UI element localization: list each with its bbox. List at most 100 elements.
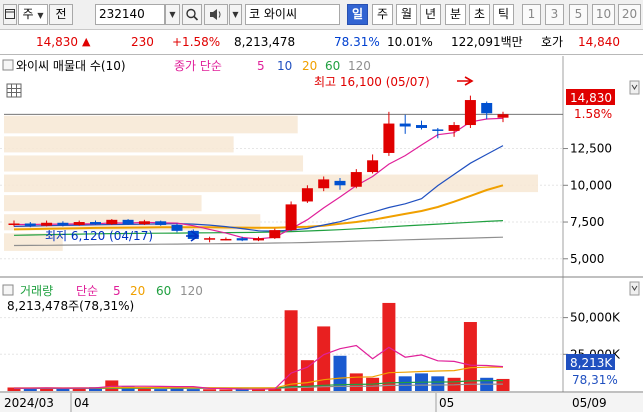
window-icon-shape	[5, 9, 15, 19]
prev-button[interactable]: 전	[49, 4, 73, 25]
period-tab-label: 틱	[497, 7, 510, 21]
volume-bar	[219, 389, 233, 391]
period-tab-label: 월	[400, 7, 413, 21]
interval-button-10[interactable]: 10	[592, 4, 615, 25]
period-tab-year[interactable]: 년	[420, 4, 441, 25]
toolbar: 주 ▼ 전 232140 ▼ ▼ 코 와이씨 일 주 월 년 분 초 틱 1 3…	[0, 0, 643, 30]
high-annotation: 최고 16,100 (05/07)	[314, 75, 430, 89]
window-icon[interactable]	[3, 4, 17, 25]
price-ma-20: 20	[302, 59, 317, 73]
current-volume-pct-tag: 78,31%	[572, 373, 618, 387]
volume-profile-bar	[4, 115, 298, 134]
candle-body	[24, 223, 36, 226]
volume-bar	[333, 355, 347, 391]
low-annotation: 최저 6,120 (04/17)	[45, 229, 153, 243]
interval-button-1[interactable]: 1	[522, 4, 541, 25]
candle-body	[399, 123, 411, 127]
stock-name-field[interactable]: 코 와이씨	[245, 4, 340, 25]
x-axis-label-apr: 04	[74, 396, 89, 410]
x-axis-label-may: 05	[439, 396, 454, 410]
volume-profile-bar	[4, 174, 538, 193]
table-icon[interactable]	[6, 83, 22, 98]
interval-button-5[interactable]: 5	[569, 4, 588, 25]
market-select[interactable]: 주 ▼	[18, 4, 48, 25]
candle-body	[318, 179, 330, 189]
collapse-icon[interactable]	[2, 284, 14, 296]
price-ma-120: 120	[348, 59, 371, 73]
period-tab-second[interactable]: 초	[469, 4, 490, 25]
interval-label: 1	[527, 7, 536, 21]
candle-body	[416, 125, 427, 128]
search-icon	[186, 8, 199, 21]
market-select-label: 주	[22, 7, 34, 21]
interval-button-20[interactable]: 20	[618, 4, 641, 25]
price-tick-label: 5,000	[570, 252, 604, 266]
interval-label: 3	[550, 7, 559, 21]
trade-amount: 122,091백만	[451, 35, 523, 49]
volume-ma-label: 단순	[76, 284, 98, 298]
price-ma-60: 60	[325, 59, 340, 73]
prev-button-label: 전	[55, 7, 67, 21]
x-axis-area	[0, 393, 643, 412]
period-tab-week[interactable]: 주	[372, 4, 393, 25]
code-dropdown-button[interactable]: ▼	[165, 4, 180, 25]
interval-button-3[interactable]: 3	[545, 4, 564, 25]
volume-bar	[284, 310, 298, 391]
current-price-tag-text: 14,830	[570, 91, 612, 105]
current-pct-tag: 1.58%	[574, 107, 612, 121]
current-volume-tag-text: 8,213K	[570, 356, 613, 370]
price-ma-10: 10	[277, 59, 292, 73]
volume-ratio: 78.31%	[334, 35, 380, 49]
candle-body	[138, 221, 150, 225]
stock-chart: 5,0007,50010,00012,50025,000K50,000K 와이씨…	[0, 56, 643, 412]
volume-bar	[154, 389, 168, 391]
price-panel-title: 와이씨 매물대 수(10)	[16, 59, 126, 73]
period-tab-minute[interactable]: 분	[445, 4, 466, 25]
candle-body	[432, 129, 444, 131]
period-tab-label: 초	[473, 7, 486, 21]
sound-dropdown-button[interactable]: ▼	[229, 4, 242, 25]
volume-panel-title: 거래량	[20, 284, 53, 298]
volume-ma-120: 120	[180, 284, 203, 298]
candle-body	[220, 238, 232, 241]
volume-ma-20: 20	[130, 284, 145, 298]
interval-label: 20	[621, 7, 638, 21]
candle-body	[367, 160, 379, 173]
sound-button[interactable]	[204, 4, 228, 25]
period-tab-tick[interactable]: 틱	[493, 4, 514, 25]
candle-body	[73, 222, 85, 225]
stock-market-prefix: 코	[249, 7, 261, 21]
volume-bar	[186, 389, 200, 391]
current-price: 14,830	[36, 35, 78, 49]
speaker-icon	[210, 9, 221, 20]
candle-body	[41, 222, 53, 226]
search-button[interactable]	[182, 4, 202, 25]
stock-code-input[interactable]: 232140	[95, 4, 165, 25]
volume-bar	[203, 389, 217, 391]
price-scroll-handle[interactable]	[629, 80, 640, 95]
x-axis-label-end: 05/09	[572, 396, 607, 410]
period-tab-label: 주	[376, 7, 389, 21]
candle-body	[350, 172, 362, 187]
chevron-down-icon: ▼	[37, 11, 44, 20]
volume-bar	[431, 376, 445, 391]
candle-body	[57, 222, 69, 225]
period-tab-month[interactable]: 월	[396, 4, 417, 25]
price-tick-label: 10,000	[570, 178, 612, 192]
volume-profile-bar	[4, 195, 202, 212]
volume-tick-label: 50,000K	[570, 311, 621, 325]
candle-body	[236, 238, 248, 241]
candle-body	[155, 221, 167, 225]
collapse-icon[interactable]	[2, 59, 14, 71]
up-triangle-icon: ▲	[82, 35, 91, 48]
period-tab-day[interactable]: 일	[347, 4, 368, 25]
volume-scroll-handle[interactable]	[629, 281, 640, 296]
period-tab-label: 분	[449, 7, 462, 21]
candle-body	[464, 100, 476, 126]
price-change-pct: +1.58%	[172, 35, 221, 49]
chevron-down-icon: ▼	[169, 10, 176, 19]
candle-body	[204, 238, 216, 240]
price-ma-5: 5	[257, 59, 265, 73]
candle-body	[334, 180, 346, 186]
x-axis-label-start: 2024/03	[4, 396, 54, 410]
